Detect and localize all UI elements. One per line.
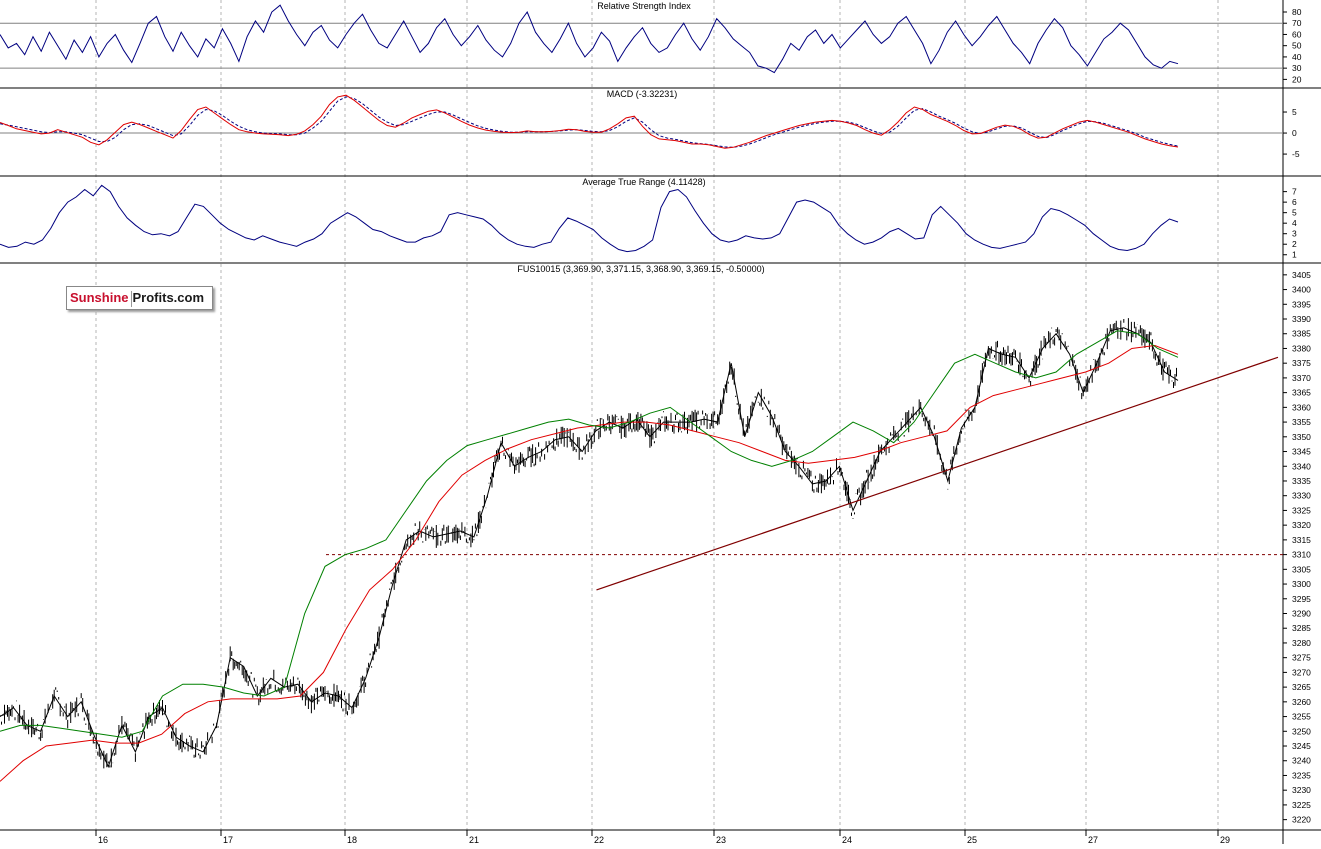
price-ytick-label-15: 3295 (1292, 594, 1311, 604)
xtick-label-5: 23 (716, 835, 726, 844)
price-ytick-label-1: 3225 (1292, 800, 1311, 810)
xtick-label-6: 24 (842, 835, 852, 844)
xtick-label-1: 17 (223, 835, 233, 844)
price-ytick-label-30: 3370 (1292, 373, 1311, 383)
price-ytick-label-0: 3220 (1292, 815, 1311, 825)
price-ytick-label-18: 3310 (1292, 550, 1311, 560)
chart-window: Relative Strength Index MACD (-3.32231) … (0, 0, 1321, 845)
price-ytick-label-13: 3285 (1292, 623, 1311, 633)
rsi-ytick-label-0: 20 (1292, 74, 1302, 84)
price-ytick-label-2: 3230 (1292, 785, 1311, 795)
macd-ytick-label-0: -5 (1292, 149, 1300, 159)
rsi-ytick-label-4: 60 (1292, 29, 1302, 39)
chart-svg: Relative Strength Index MACD (-3.32231) … (0, 0, 1321, 845)
rsi-ytick-label-6: 80 (1292, 7, 1302, 17)
price-ytick-label-6: 3250 (1292, 726, 1311, 736)
xtick-label-3: 21 (469, 835, 479, 844)
price-ytick-label-3: 3235 (1292, 770, 1311, 780)
xtick-label-4: 22 (594, 835, 604, 844)
rsi-ytick-label-5: 70 (1292, 18, 1302, 28)
price-ytick-label-5: 3245 (1292, 741, 1311, 751)
macd-ytick-label-2: 5 (1292, 107, 1297, 117)
xtick-label-7: 25 (967, 835, 977, 844)
price-ytick-label-29: 3365 (1292, 388, 1311, 398)
price-ytick-label-20: 3320 (1292, 520, 1311, 530)
price-ytick-label-23: 3335 (1292, 476, 1311, 486)
price-ytick-label-27: 3355 (1292, 417, 1311, 427)
price-ytick-label-12: 3280 (1292, 638, 1311, 648)
price-ytick-label-19: 3315 (1292, 535, 1311, 545)
price-ytick-label-22: 3330 (1292, 491, 1311, 501)
logo-divider (130, 290, 132, 307)
price-ytick-label-4: 3240 (1292, 756, 1311, 766)
price-ytick-label-32: 3380 (1292, 343, 1311, 353)
price-ytick-label-36: 3400 (1292, 285, 1311, 295)
price-ytick-label-28: 3360 (1292, 402, 1311, 412)
price-ytick-label-24: 3340 (1292, 461, 1311, 471)
price-ytick-label-34: 3390 (1292, 314, 1311, 324)
price-ytick-label-16: 3300 (1292, 579, 1311, 589)
price-ytick-label-10: 3270 (1292, 667, 1311, 677)
rsi-ytick-label-2: 40 (1292, 52, 1302, 62)
price-ytick-label-9: 3265 (1292, 682, 1311, 692)
price-ytick-label-11: 3275 (1292, 653, 1311, 663)
price-bars (0, 318, 1177, 769)
macd-ytick-label-1: 0 (1292, 128, 1297, 138)
price-ytick-label-37: 3405 (1292, 270, 1311, 280)
atr-line (0, 184, 1179, 253)
logo-sunshine-text: Sunshine (70, 290, 129, 305)
rsi-ytick-label-3: 50 (1292, 41, 1302, 51)
atr-ytick-label-2: 3 (1292, 229, 1297, 239)
rsi-line (0, 4, 1179, 74)
price-title: FUS10015 (3,369.90, 3,371.15, 3,368.90, … (517, 264, 764, 274)
atr-ytick-label-4: 5 (1292, 208, 1297, 218)
xtick-label-0: 16 (98, 835, 108, 844)
moving-average-slow (0, 344, 1179, 782)
sunshine-profits-logo: Sunshine Profits.com (66, 286, 213, 310)
macd-signal-line (0, 96, 1179, 148)
atr-ytick-label-0: 1 (1292, 250, 1297, 260)
atr-ytick-label-1: 2 (1292, 239, 1297, 249)
xtick-label-9: 29 (1220, 835, 1230, 844)
price-ytick-label-17: 3305 (1292, 564, 1311, 574)
price-ytick-label-8: 3260 (1292, 697, 1311, 707)
atr-title: Average True Range (4.11428) (582, 177, 705, 187)
price-ytick-label-14: 3290 (1292, 608, 1311, 618)
xtick-label-2: 18 (347, 835, 357, 844)
logo-profits-text: Profits.com (132, 290, 205, 305)
atr-ytick-label-3: 4 (1292, 218, 1297, 228)
support-trendline (596, 356, 1279, 591)
price-ytick-label-31: 3375 (1292, 358, 1311, 368)
price-ytick-label-21: 3325 (1292, 505, 1311, 515)
atr-ytick-label-6: 7 (1292, 187, 1297, 197)
macd-title: MACD (-3.32231) (607, 89, 678, 99)
xtick-label-8: 27 (1088, 835, 1098, 844)
rsi-title: Relative Strength Index (597, 1, 691, 11)
price-ytick-label-33: 3385 (1292, 329, 1311, 339)
macd-line (0, 94, 1179, 149)
atr-ytick-label-5: 6 (1292, 197, 1297, 207)
price-ytick-label-7: 3255 (1292, 712, 1311, 722)
price-ytick-label-35: 3395 (1292, 299, 1311, 309)
price-ytick-label-25: 3345 (1292, 447, 1311, 457)
price-ytick-label-26: 3350 (1292, 432, 1311, 442)
rsi-ytick-label-1: 30 (1292, 63, 1302, 73)
moving-average-fast (0, 330, 1179, 738)
